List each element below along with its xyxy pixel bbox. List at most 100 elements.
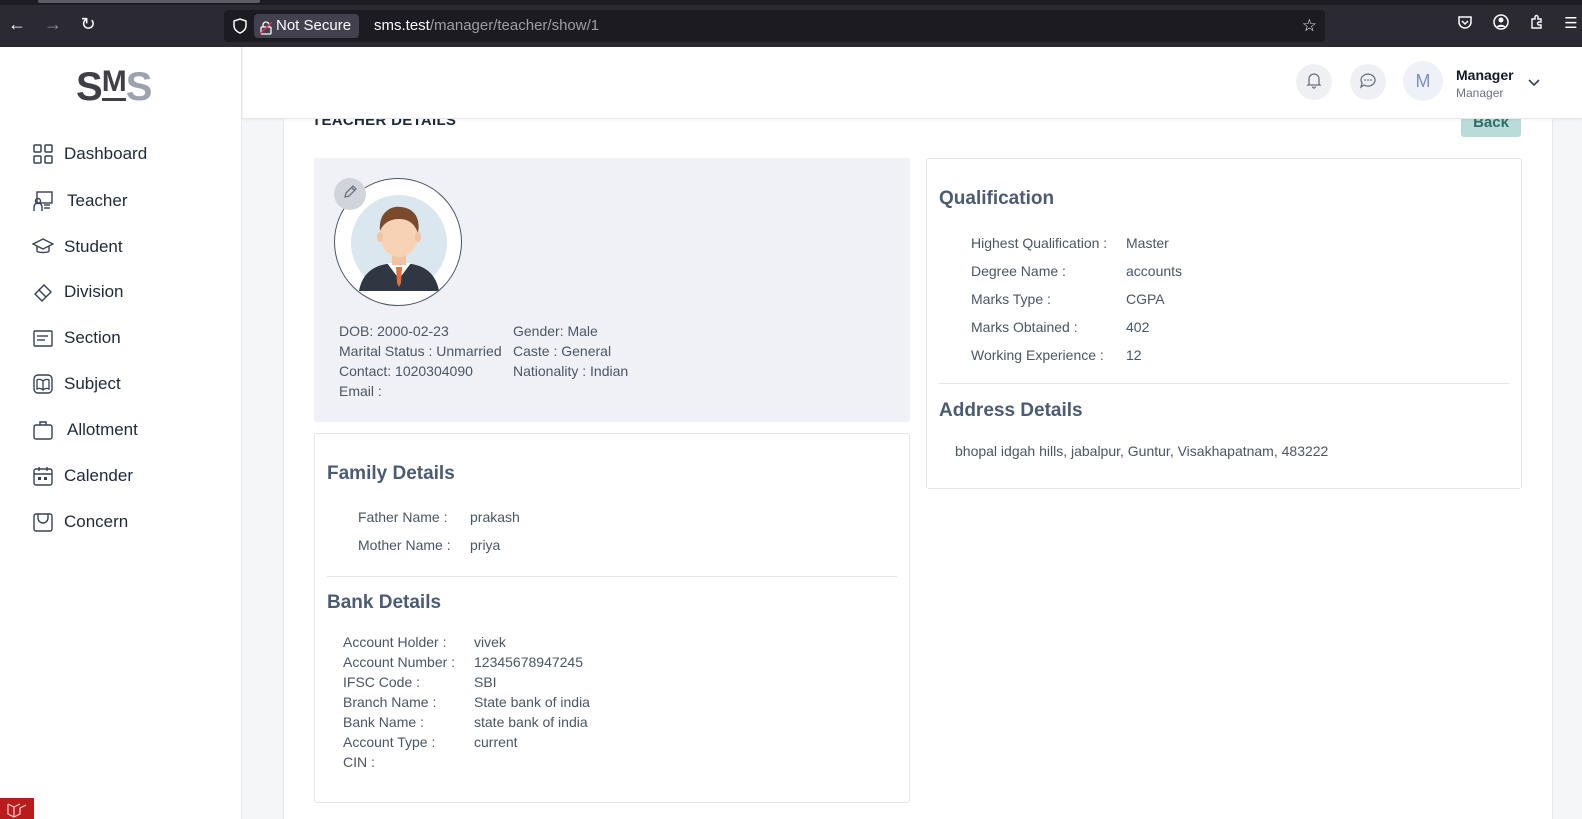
logo-letter-m: M [101, 65, 127, 101]
sidebar-item-subject[interactable]: Subject [32, 369, 121, 399]
bank-name-label: Bank Name : [343, 714, 424, 730]
eraser-icon [32, 281, 54, 303]
insecure-lock-icon [259, 19, 273, 35]
ifsc-code-value: SBI [474, 674, 497, 690]
url-path: /manager/teacher/show/1 [429, 17, 600, 34]
account-holder-value: vivek [474, 634, 506, 650]
sidebar-item-label: Concern [64, 512, 129, 531]
chevron-down-icon[interactable] [1527, 75, 1541, 89]
branch-name-value: State bank of india [474, 694, 590, 710]
calendar-icon [32, 465, 54, 487]
father-name-label: Father Name : [358, 509, 448, 525]
sidebar-item-concern[interactable]: Concern [32, 507, 128, 537]
browser-toolbar: ← → ↻ Not Secure sms.test/manager/teache… [0, 0, 1582, 47]
edit-photo-button[interactable] [334, 178, 366, 210]
sms-logo[interactable]: SMS [76, 65, 153, 109]
reload-icon[interactable]: ↻ [78, 14, 98, 34]
sidebar-item-allotment[interactable]: Allotment [32, 415, 138, 445]
caste-text: Caste : General [513, 343, 612, 359]
top-header: M Manager Manager [243, 47, 1582, 119]
notifications-button[interactable] [1296, 64, 1332, 100]
briefcase-icon [32, 419, 54, 441]
father-name-value: prakash [470, 509, 520, 525]
nationality-text: Nationality : Indian [513, 363, 629, 379]
marks-type-value: CGPA [1126, 291, 1165, 307]
grid-icon [32, 143, 54, 165]
tab-strip [0, 0, 1582, 5]
bookmark-star-icon[interactable]: ☆ [1302, 16, 1317, 36]
section-divider [939, 383, 1509, 384]
sidebar-item-label: Subject [64, 374, 121, 393]
logo-letter-s2: S [125, 65, 153, 109]
sidebar-item-teacher[interactable]: Teacher [32, 186, 127, 216]
account-number-value: 12345678947245 [474, 654, 584, 670]
logo-letter-s: S [76, 65, 103, 109]
degree-name-value: accounts [1126, 263, 1183, 279]
branch-name-label: Branch Name : [343, 694, 437, 710]
sidebar-item-division[interactable]: Division [32, 277, 124, 307]
dob-text: DOB: 2000-02-23 [339, 323, 449, 339]
account-icon[interactable] [1491, 14, 1511, 34]
sidebar-item-calender[interactable]: Calender [32, 461, 133, 491]
marks-obtained-value: 402 [1126, 319, 1150, 335]
url-text[interactable]: sms.test/manager/teacher/show/1 [374, 16, 599, 36]
address-details-title: Address Details [939, 400, 1083, 421]
graduation-cap-icon [31, 236, 55, 258]
working-experience-label: Working Experience : [971, 347, 1104, 363]
pocket-icon[interactable] [1455, 14, 1475, 34]
url-host: sms.test [374, 17, 430, 34]
sidebar: SMS Dashboard Teacher Student Division S… [0, 47, 242, 819]
account-type-value: current [474, 734, 518, 750]
address-bar[interactable]: Not Secure sms.test/manager/teacher/show… [224, 10, 1325, 42]
marital-status-text: Marital Status : Unmarried [339, 343, 502, 359]
back-arrow-icon[interactable]: ← [7, 14, 27, 34]
book-icon [32, 373, 54, 395]
sidebar-item-label: Student [64, 237, 123, 256]
forward-arrow-icon[interactable]: → [43, 14, 63, 34]
account-holder-label: Account Holder : [343, 634, 447, 650]
not-secure-indicator[interactable]: Not Secure [254, 14, 360, 38]
ifsc-code-label: IFSC Code : [343, 674, 421, 690]
list-box-icon [32, 327, 54, 349]
address-text: bhopal idgah hills, jabalpur, Guntur, Vi… [955, 443, 1329, 459]
sidebar-item-dashboard[interactable]: Dashboard [32, 139, 147, 169]
user-name[interactable]: Manager [1456, 67, 1514, 83]
degree-name-label: Degree Name : [971, 263, 1066, 279]
cin-label: CIN : [343, 754, 375, 770]
shield-icon[interactable] [232, 18, 248, 34]
bank-details-title: Bank Details [327, 592, 442, 613]
sidebar-item-label: Allotment [67, 420, 138, 439]
highest-qualification-label: Highest Qualification : [971, 235, 1108, 251]
debugbar-logo-icon[interactable] [0, 798, 34, 819]
menu-hamburger-icon[interactable]: ☰ [1561, 14, 1581, 34]
teacher-board-icon [32, 190, 54, 212]
highest-qualification-value: Master [1126, 235, 1169, 251]
user-avatar[interactable]: M [1403, 61, 1443, 101]
sidebar-item-label: Teacher [67, 191, 128, 210]
not-secure-label: Not Secure [276, 17, 352, 34]
qualification-address-card: Qualification Highest Qualification : Ma… [926, 158, 1522, 489]
marks-obtained-label: Marks Obtained : [971, 319, 1078, 335]
extensions-icon[interactable] [1527, 14, 1547, 34]
section-divider [327, 576, 897, 577]
sidebar-item-label: Section [64, 328, 121, 347]
sidebar-item-label: Division [64, 282, 124, 301]
account-type-label: Account Type : [343, 734, 436, 750]
marks-type-label: Marks Type : [971, 291, 1051, 307]
working-experience-value: 12 [1126, 347, 1142, 363]
mother-name-value: priya [470, 537, 501, 553]
sidebar-item-label: Calender [64, 466, 133, 485]
active-tab[interactable] [38, 0, 260, 3]
sidebar-item-section[interactable]: Section [32, 323, 121, 353]
messages-button[interactable] [1350, 64, 1386, 100]
family-details-title: Family Details [327, 463, 455, 484]
chat-bubble-icon [1359, 71, 1377, 94]
gender-text: Gender: Male [513, 323, 598, 339]
email-text: Email : [339, 383, 382, 399]
bag-icon [32, 511, 54, 533]
user-role: Manager [1456, 86, 1504, 100]
sidebar-item-student[interactable]: Student [31, 232, 123, 262]
pencil-icon [342, 184, 358, 205]
bank-name-value: state bank of india [474, 714, 588, 730]
sidebar-item-label: Dashboard [64, 144, 148, 163]
